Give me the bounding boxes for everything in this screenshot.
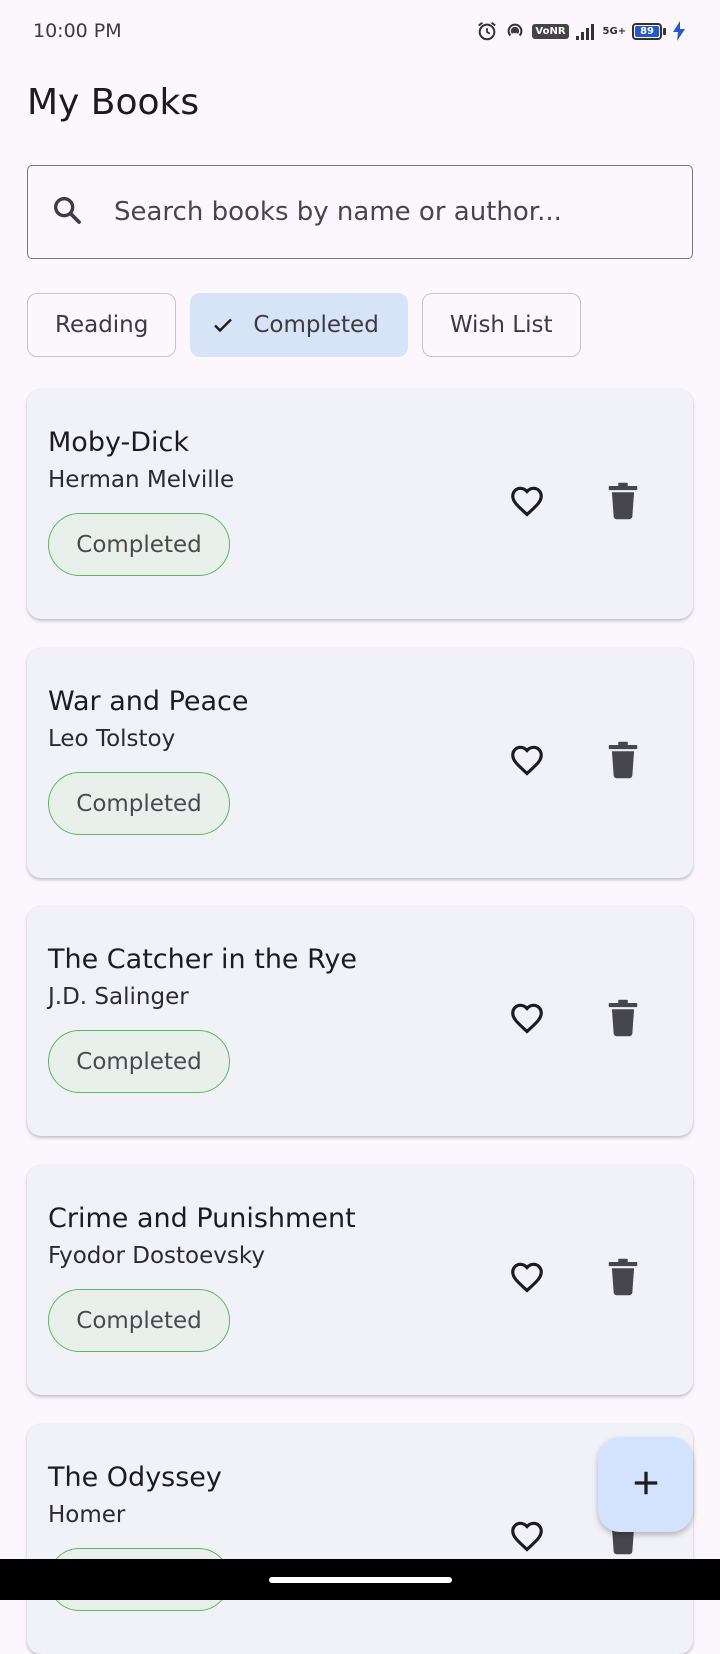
heart-icon (508, 999, 546, 1041)
heart-icon (508, 1517, 546, 1559)
system-nav-bar (0, 1559, 720, 1600)
book-title: The Odyssey (48, 1462, 222, 1493)
search-icon (50, 193, 84, 231)
vonr-label: VoNR (532, 23, 569, 39)
book-card[interactable]: The Odyssey Homer Completed (27, 1424, 693, 1654)
filter-chip-reading[interactable]: Reading (27, 293, 177, 357)
charging-icon (672, 21, 686, 41)
status-bar: 10:00 PM VoNR 5G+ 89 (0, 0, 720, 62)
book-title: Moby-Dick (48, 427, 189, 458)
delete-button[interactable] (597, 1253, 649, 1305)
search-input[interactable] (114, 197, 654, 227)
signal-icon (575, 22, 597, 40)
delete-button[interactable] (597, 477, 649, 529)
status-badge: Completed (48, 1289, 230, 1352)
book-author: Herman Melville (48, 467, 235, 493)
book-title: War and Peace (48, 686, 249, 717)
book-card[interactable]: Crime and Punishment Fyodor Dostoevsky C… (27, 1165, 693, 1395)
status-badge: Completed (48, 772, 230, 835)
trash-icon (606, 482, 640, 524)
filter-chip-wish-list[interactable]: Wish List (421, 293, 581, 357)
page-title: My Books (27, 82, 200, 123)
battery-icon: 89 (632, 22, 666, 40)
search-field[interactable] (27, 165, 693, 259)
status-badge: Completed (48, 513, 230, 576)
book-card[interactable]: The Catcher in the Rye J.D. Salinger Com… (27, 906, 693, 1136)
book-author: J.D. Salinger (48, 984, 189, 1010)
book-card[interactable]: Moby-Dick Herman Melville Completed (27, 389, 693, 619)
filter-chips: Reading Completed Wish List (27, 293, 581, 357)
status-badge: Completed (48, 1030, 230, 1093)
hotspot-icon (504, 20, 526, 42)
favorite-button[interactable] (501, 994, 553, 1046)
delete-button[interactable] (597, 736, 649, 788)
filter-chip-label: Wish List (449, 312, 553, 338)
delete-button[interactable] (597, 994, 649, 1046)
check-icon (211, 313, 235, 337)
book-title: Crime and Punishment (48, 1203, 356, 1234)
filter-chip-label: Reading (55, 312, 149, 338)
favorite-button[interactable] (501, 1253, 553, 1305)
home-gesture-handle[interactable] (269, 1577, 452, 1583)
trash-icon (606, 999, 640, 1041)
favorite-button[interactable] (501, 477, 553, 529)
alarm-icon (476, 20, 498, 42)
book-author: Fyodor Dostoevsky (48, 1243, 265, 1269)
status-icons: VoNR 5G+ 89 (476, 20, 686, 42)
book-title: The Catcher in the Rye (48, 944, 357, 975)
favorite-button[interactable] (501, 736, 553, 788)
filter-chip-completed[interactable]: Completed (190, 293, 408, 357)
heart-icon (508, 741, 546, 783)
plus-icon (631, 1468, 661, 1502)
add-book-button[interactable] (598, 1437, 693, 1532)
trash-icon (606, 1258, 640, 1300)
favorite-button[interactable] (501, 1512, 553, 1564)
heart-icon (508, 1258, 546, 1300)
book-card[interactable]: War and Peace Leo Tolstoy Completed (27, 648, 693, 878)
book-author: Homer (48, 1502, 126, 1528)
book-author: Leo Tolstoy (48, 726, 176, 752)
status-time: 10:00 PM (33, 20, 122, 42)
trash-icon (606, 741, 640, 783)
network-type: 5G+ (602, 25, 627, 37)
heart-icon (508, 482, 546, 524)
filter-chip-label: Completed (253, 312, 379, 338)
